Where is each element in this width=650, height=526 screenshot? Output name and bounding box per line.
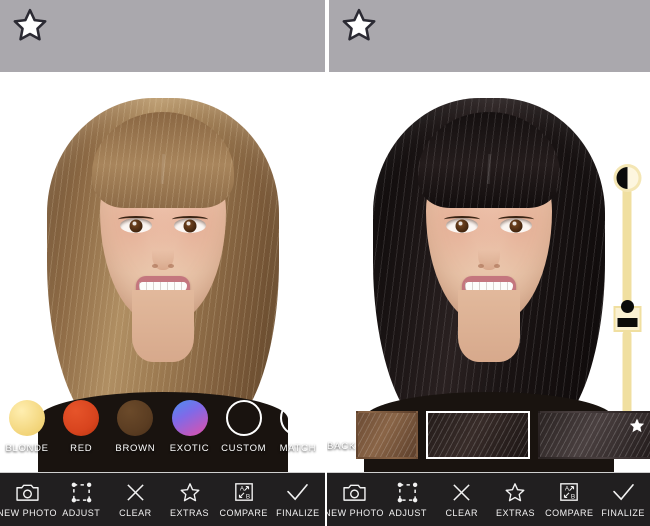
camera-icon xyxy=(341,481,367,503)
bottom-toolbar-right: NEW PHOTO ADJUST CLEAR EXTRAS A B COMPAR… xyxy=(327,472,650,526)
tool-clear[interactable]: CLEAR xyxy=(435,481,489,518)
tool-label: FINALIZE xyxy=(276,508,320,518)
color-circle-brown[interactable] xyxy=(117,400,154,436)
status-bar-before xyxy=(0,0,325,72)
panel-after: BACK NEW PHOTO ADJUST CLEAR EXTRAS A B C… xyxy=(325,0,650,526)
ab-compare-icon: A B xyxy=(556,481,582,503)
swatch-label: CUSTOM xyxy=(221,443,267,454)
tool-label: EXTRAS xyxy=(495,508,535,518)
tool-compare[interactable]: A B COMPARE xyxy=(217,481,271,518)
swatch-label: EXOTIC xyxy=(169,443,210,454)
eye-right xyxy=(171,216,208,233)
texture-strip xyxy=(356,407,650,463)
tool-adjust[interactable]: ADJUST xyxy=(381,481,435,518)
tool-label: NEW PHOTO xyxy=(0,508,57,518)
color-circle-exotic-gradient[interactable] xyxy=(171,400,208,436)
tool-new-photo[interactable]: NEW PHOTO xyxy=(325,481,384,518)
tool-finalize[interactable]: FINALIZE xyxy=(271,481,325,518)
eye-left xyxy=(117,216,154,233)
star-outline-icon[interactable] xyxy=(339,6,379,44)
color-palette-row: BLONDE RED BROWN EXOTIC CUSTOM 3 MATCH xyxy=(0,394,325,472)
tool-label: ADJUST xyxy=(62,508,101,518)
eye-left xyxy=(443,216,480,233)
tool-compare[interactable]: A B COMPARE xyxy=(542,481,596,518)
nose xyxy=(151,236,174,270)
tool-finalize[interactable]: FINALIZE xyxy=(596,481,650,518)
star-outline-icon[interactable] xyxy=(10,6,50,44)
double-chevron-left-icon xyxy=(330,418,354,438)
swatch-label: RED xyxy=(70,443,93,454)
color-circle-blonde[interactable] xyxy=(9,400,46,436)
crop-corners-icon xyxy=(68,481,94,503)
swatch-match[interactable]: 3 MATCH xyxy=(272,395,324,454)
texture-swatch-black-selected[interactable] xyxy=(426,411,531,459)
half-circle-contrast-icon[interactable] xyxy=(613,164,641,192)
close-x-icon xyxy=(449,481,475,503)
tool-label: CLEAR xyxy=(445,508,478,518)
texture-swatch-light-brown[interactable] xyxy=(356,411,419,459)
empty-circle-outline-icon[interactable] xyxy=(225,400,262,436)
ab-compare-icon: A B xyxy=(231,481,257,503)
eye-right xyxy=(497,216,534,233)
swatch-blonde[interactable]: BLONDE xyxy=(1,400,53,454)
tool-label: EXTRAS xyxy=(170,508,210,518)
color-circle-red[interactable] xyxy=(63,400,100,436)
neck xyxy=(131,290,194,362)
svg-text:A: A xyxy=(565,486,570,493)
crop-corners-icon xyxy=(395,481,421,503)
hair-color-app: BLONDE RED BROWN EXOTIC CUSTOM 3 MATCH N… xyxy=(0,0,650,526)
status-bar-after xyxy=(329,0,650,72)
checkmark-icon xyxy=(285,481,311,503)
back-button[interactable]: BACK xyxy=(327,418,356,452)
star-outline-icon xyxy=(502,481,528,503)
swatch-custom[interactable]: CUSTOM xyxy=(218,400,270,454)
svg-text:B: B xyxy=(246,493,250,500)
swatch-label: BLONDE xyxy=(5,443,49,454)
swatch-red[interactable]: RED xyxy=(55,400,107,454)
svg-text:B: B xyxy=(571,493,575,500)
neck xyxy=(457,290,520,362)
focus-brackets-icon[interactable]: 3 xyxy=(279,395,322,436)
back-label: BACK xyxy=(327,441,357,452)
tool-label: FINALIZE xyxy=(601,508,645,518)
swatch-exotic[interactable]: EXOTIC xyxy=(164,400,216,454)
tool-extras[interactable]: EXTRAS xyxy=(489,481,543,518)
tool-clear[interactable]: CLEAR xyxy=(108,481,162,518)
tool-new-photo[interactable]: NEW PHOTO xyxy=(0,481,57,518)
nose xyxy=(477,236,500,270)
panel-before: BLONDE RED BROWN EXOTIC CUSTOM 3 MATCH N… xyxy=(0,0,325,526)
camera-icon xyxy=(14,481,40,503)
swatch-label: BROWN xyxy=(115,443,156,454)
tool-label: NEW PHOTO xyxy=(325,508,384,518)
slider-group xyxy=(610,164,644,416)
tool-extras[interactable]: EXTRAS xyxy=(163,481,217,518)
close-x-icon xyxy=(122,481,148,503)
checkmark-icon xyxy=(610,481,636,503)
swatch-label: MATCH xyxy=(279,443,317,454)
tool-label: COMPARE xyxy=(545,508,594,518)
star-filled-icon xyxy=(628,417,646,434)
texture-swatch-dark-glossy[interactable] xyxy=(538,411,650,459)
star-outline-icon xyxy=(177,481,203,503)
tool-label: CLEAR xyxy=(119,508,152,518)
match-count-badge: 3 xyxy=(316,395,322,405)
brightness-slider[interactable] xyxy=(613,164,641,318)
hair-texture-row: BACK xyxy=(327,394,650,472)
tool-adjust[interactable]: ADJUST xyxy=(54,481,108,518)
bottom-toolbar-left: NEW PHOTO ADJUST CLEAR EXTRAS A B COMPAR… xyxy=(0,472,325,526)
svg-text:A: A xyxy=(240,486,245,493)
tool-label: ADJUST xyxy=(388,508,427,518)
swatch-brown[interactable]: BROWN xyxy=(109,400,161,454)
brush-size-icon[interactable] xyxy=(613,300,641,332)
tool-label: COMPARE xyxy=(219,508,268,518)
